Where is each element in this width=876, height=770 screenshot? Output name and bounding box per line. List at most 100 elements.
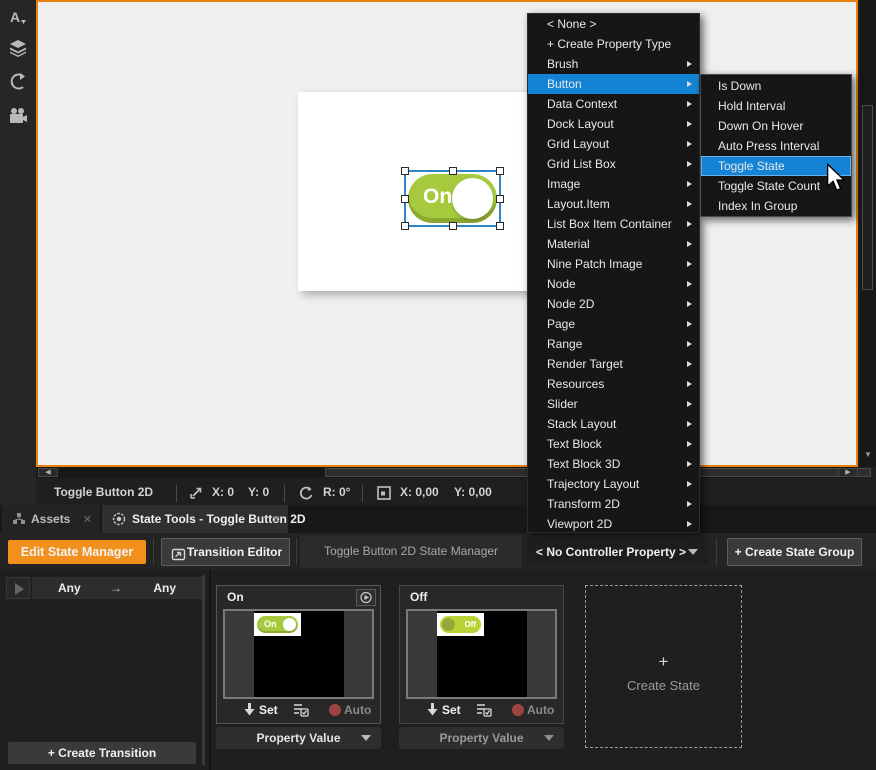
transition-arrow-icon[interactable] — [8, 72, 28, 92]
tab-assets[interactable]: Assets ✕ — [2, 505, 100, 533]
state-tools-icon — [112, 512, 126, 526]
menu-item-grid-layout[interactable]: Grid Layout — [528, 134, 699, 154]
menu-item-range[interactable]: Range — [528, 334, 699, 354]
menu-item-image[interactable]: Image — [528, 174, 699, 194]
state-thumbnail[interactable]: Off — [406, 609, 557, 699]
menu-item-label: Slider — [547, 397, 578, 411]
menu-item-none[interactable]: < None > — [528, 14, 699, 34]
menu-item-page[interactable]: Page — [528, 314, 699, 334]
set-button[interactable]: Set — [442, 703, 461, 717]
menu-item-layout-item[interactable]: Layout.Item — [528, 194, 699, 214]
transition-editor-button[interactable]: Transition Editor — [161, 538, 290, 566]
menu-item-resources[interactable]: Resources — [528, 374, 699, 394]
set-button[interactable]: Set — [259, 703, 278, 717]
menu-item-button[interactable]: Button — [528, 74, 699, 94]
divider — [362, 485, 363, 502]
controller-property-dropdown[interactable]: < No Controller Property > — [527, 540, 708, 564]
menu-item-dock-layout[interactable]: Dock Layout — [528, 114, 699, 134]
camera-icon[interactable] — [8, 106, 28, 126]
create-state-button[interactable]: + Create State — [585, 585, 742, 748]
vertical-scrollbar-thumb[interactable] — [862, 105, 873, 290]
create-state-group-button[interactable]: + Create State Group — [727, 538, 862, 566]
menu-item-node-2d[interactable]: Node 2D — [528, 294, 699, 314]
scroll-left-icon[interactable]: ◀ — [38, 468, 58, 477]
close-icon[interactable]: ✕ — [272, 513, 281, 526]
vertical-scrollbar[interactable]: ▼ — [860, 0, 876, 467]
selection-handle[interactable] — [496, 167, 504, 175]
menu-item-text-block-3d[interactable]: Text Block 3D — [528, 454, 699, 474]
selection-handle[interactable] — [496, 222, 504, 230]
selection-handle[interactable] — [401, 195, 409, 203]
context-menu: < None >+ Create Property Type Brush Butto… — [527, 13, 700, 533]
property-value-dropdown-off[interactable]: Property Value — [399, 727, 564, 749]
horizontal-scrollbar[interactable]: ◀ ▶ — [36, 467, 858, 478]
arrow-right-icon: → — [110, 581, 122, 595]
property-value-dropdown-on[interactable]: Property Value — [216, 727, 381, 749]
menu-item-brush[interactable]: Brush — [528, 54, 699, 74]
menu-item-label: Stack Layout — [547, 417, 616, 431]
submenu-arrow-icon — [687, 521, 692, 527]
submenu-arrow-icon — [687, 421, 692, 427]
transitions-scrollbar[interactable] — [202, 575, 205, 765]
menu-item-stack-layout[interactable]: Stack Layout — [528, 414, 699, 434]
menu-item-create-property-type[interactable]: + Create Property Type — [528, 34, 699, 54]
menu-item-nine-patch-image[interactable]: Nine Patch Image — [528, 254, 699, 274]
menu-item-slider[interactable]: Slider — [528, 394, 699, 414]
state-card-on[interactable]: On On Set Auto — [216, 585, 381, 724]
menu-item-data-context[interactable]: Data Context — [528, 94, 699, 114]
auto-record-icon[interactable] — [329, 704, 341, 716]
preview-viewport[interactable] — [36, 0, 858, 467]
scroll-right-icon[interactable]: ▶ — [838, 468, 858, 477]
selection-handle[interactable] — [449, 222, 457, 230]
auto-record-icon[interactable] — [512, 704, 524, 716]
edit-state-manager-button[interactable]: Edit State Manager — [8, 540, 146, 564]
menu-item-label: Text Block 3D — [547, 457, 620, 471]
state-thumbnail[interactable]: On — [223, 609, 374, 699]
menu-item-label: Dock Layout — [547, 117, 614, 131]
position-x: X: 0 — [212, 485, 234, 499]
menu-item-material[interactable]: Material — [528, 234, 699, 254]
submenu-arrow-icon — [687, 281, 692, 287]
menu-item-list-box-item-container[interactable]: List Box Item Container — [528, 214, 699, 234]
preview-state-button[interactable] — [356, 589, 376, 606]
selection-handle[interactable] — [449, 167, 457, 175]
menu-item-label: Transform 2D — [547, 497, 620, 511]
state-card-off[interactable]: Off Off Set Auto — [399, 585, 564, 724]
property-list-icon[interactable] — [476, 703, 492, 717]
submenu-item-down-on-hover[interactable]: Down On Hover — [701, 116, 851, 136]
transition-editor-icon — [171, 545, 186, 560]
create-transition-button[interactable]: + Create Transition — [8, 742, 196, 764]
submenu-item-is-down[interactable]: Is Down — [701, 76, 851, 96]
menu-item-viewport-2d[interactable]: Viewport 2D — [528, 514, 699, 534]
layers-icon[interactable] — [8, 38, 28, 58]
menu-item-render-target[interactable]: Render Target — [528, 354, 699, 374]
play-transition-button[interactable] — [6, 577, 30, 599]
close-icon[interactable]: ✕ — [83, 513, 92, 526]
left-tool-strip: A — [0, 0, 36, 505]
menu-item-text-block[interactable]: Text Block — [528, 434, 699, 454]
scroll-down-icon[interactable]: ▼ — [864, 450, 872, 459]
chevron-down-icon — [544, 735, 554, 741]
menu-item-node[interactable]: Node — [528, 274, 699, 294]
selection-handle[interactable] — [401, 167, 409, 175]
property-list-icon[interactable] — [293, 703, 309, 717]
mouse-cursor — [826, 163, 848, 193]
transition-any-any[interactable]: Any → Any — [32, 577, 202, 599]
menu-item-label: Brush — [547, 57, 578, 71]
menu-item-trajectory-layout[interactable]: Trajectory Layout — [528, 474, 699, 494]
selection-handle[interactable] — [496, 195, 504, 203]
submenu-item-hold-interval[interactable]: Hold Interval — [701, 96, 851, 116]
mini-toggle-off: Off — [440, 616, 481, 633]
submenu-item-auto-press-interval[interactable]: Auto Press Interval — [701, 136, 851, 156]
selection-handle[interactable] — [401, 222, 409, 230]
mini-toggle-knob — [283, 618, 296, 631]
text-properties-icon[interactable]: A — [8, 8, 28, 28]
divider — [716, 538, 717, 565]
menu-item-grid-list-box[interactable]: Grid List Box — [528, 154, 699, 174]
tab-state-tools[interactable]: State Tools - Toggle Button 2D ✕ — [102, 505, 288, 533]
thumbnail-toggle-chip: Off — [437, 613, 484, 636]
menu-item-label: Button — [547, 77, 582, 91]
menu-item-label: Resources — [547, 377, 604, 391]
menu-item-transform-2d[interactable]: Transform 2D — [528, 494, 699, 514]
submenu-item-index-in-group[interactable]: Index In Group — [701, 196, 851, 216]
